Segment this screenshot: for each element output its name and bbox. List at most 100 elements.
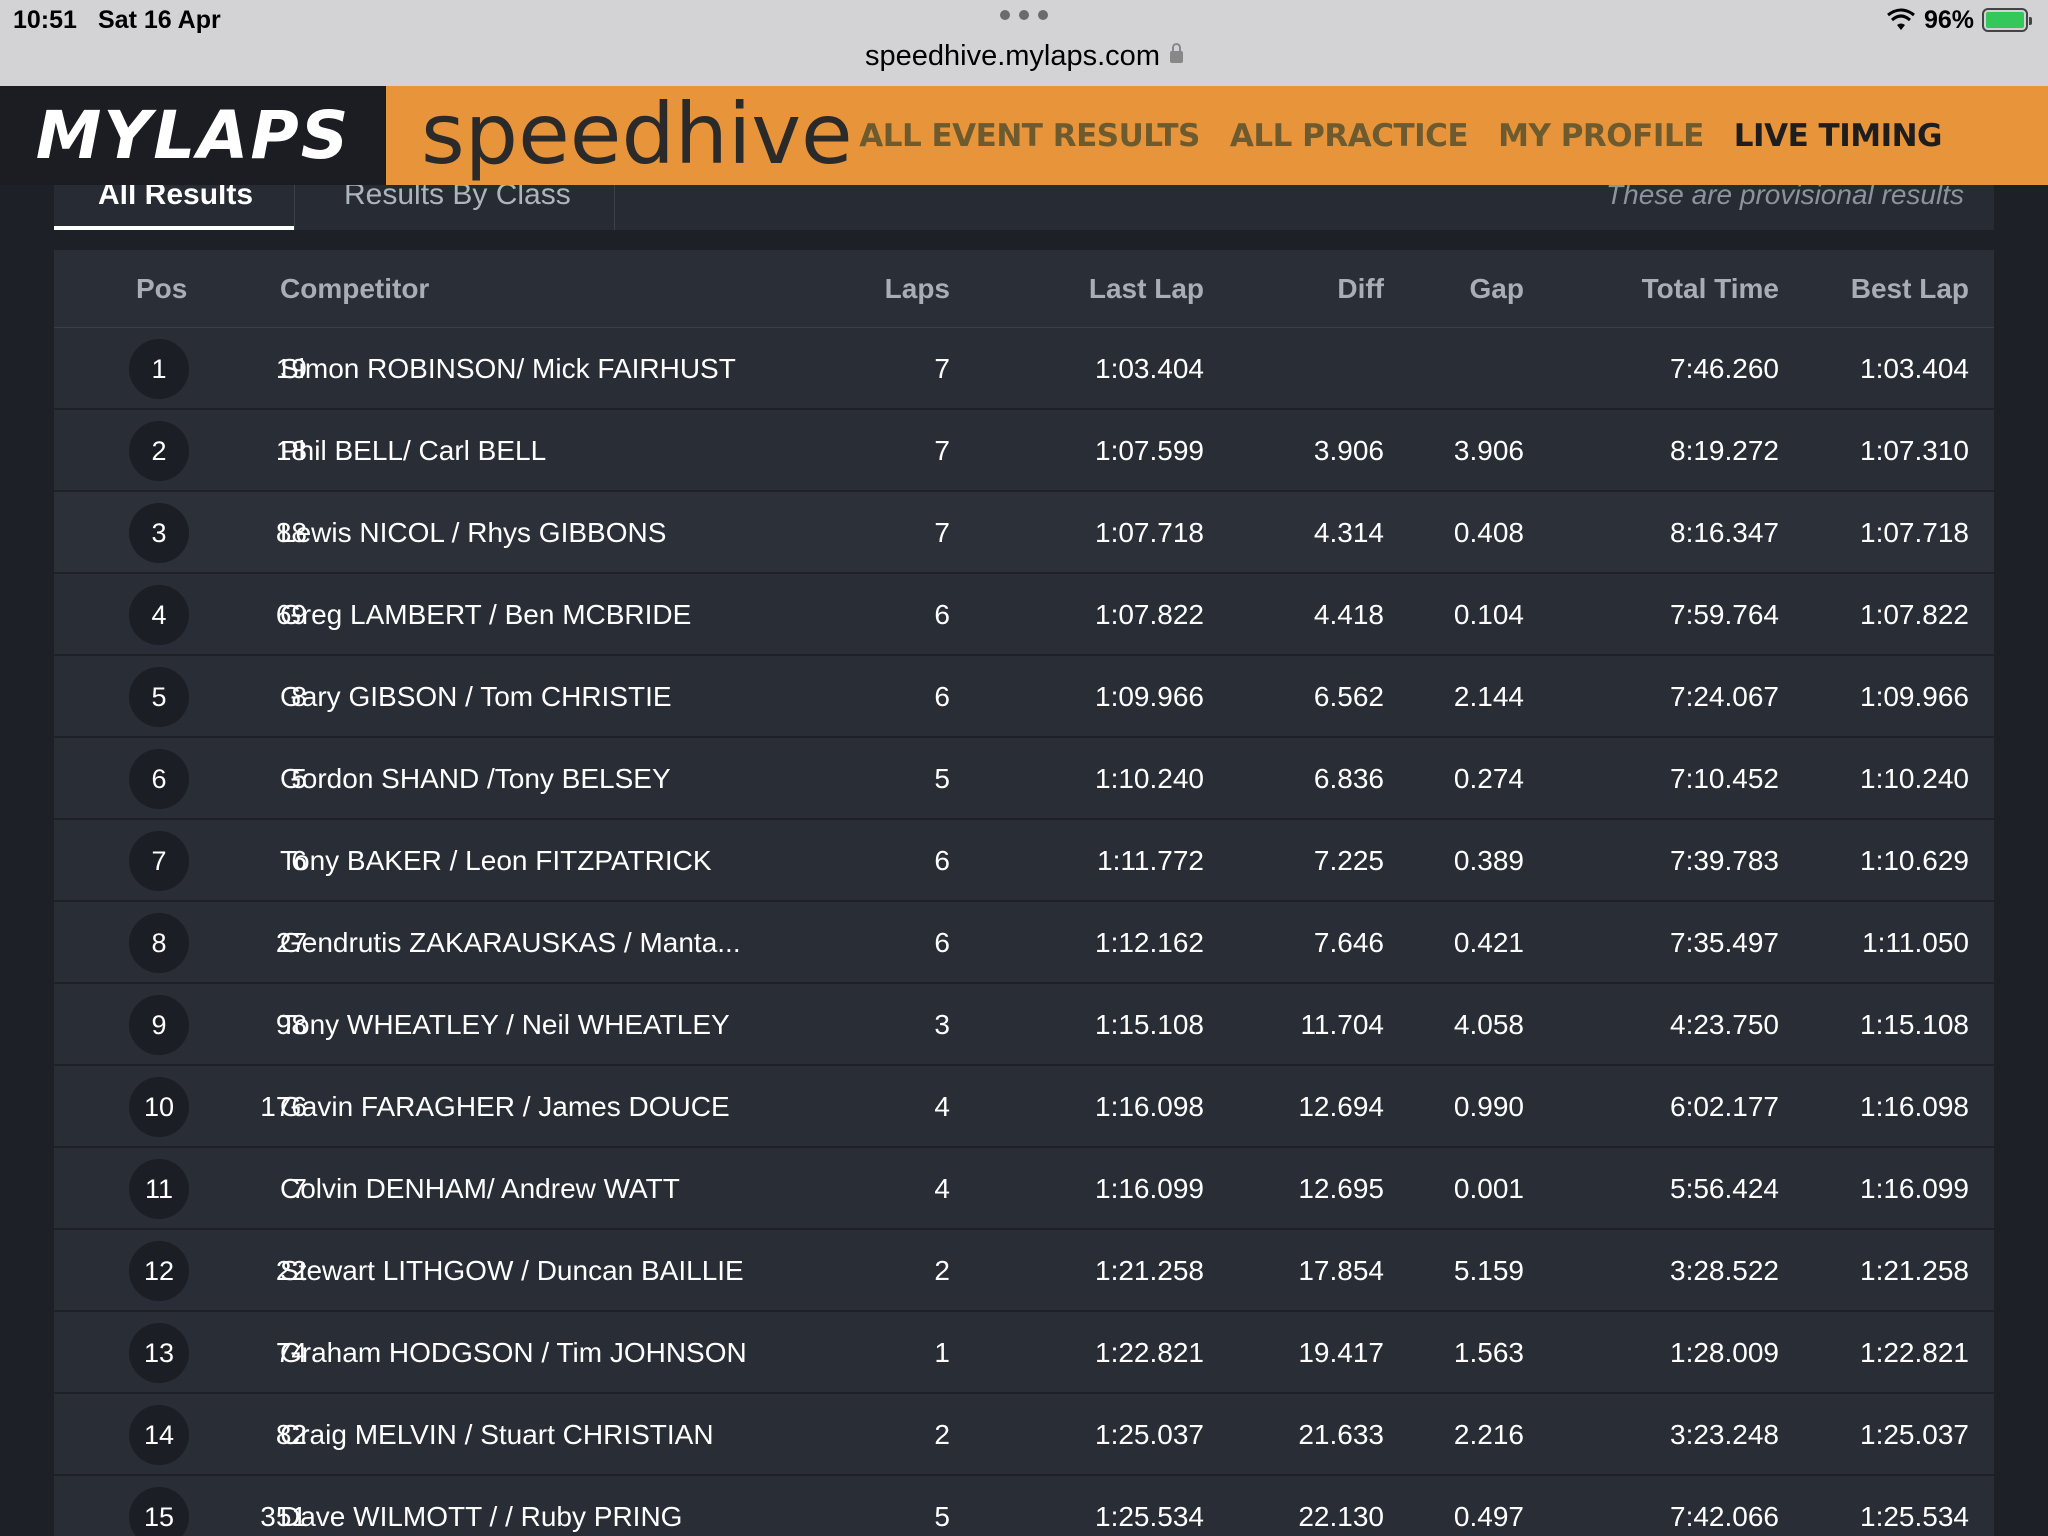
competitor-name: Gendrutis ZAKARAUSKAS / Manta...: [280, 927, 741, 958]
battery-percentage: 96%: [1923, 5, 1974, 34]
laps-value: 7: [934, 353, 950, 384]
active-tab-underline: [54, 226, 294, 230]
competitor-name: Graham HODGSON / Tim JOHNSON: [280, 1337, 747, 1368]
best-lap-value: 1:16.098: [1860, 1091, 1969, 1122]
laps-value: 3: [934, 1009, 950, 1040]
col-laps[interactable]: Laps: [814, 250, 950, 328]
diff-value: 4.314: [1313, 517, 1384, 548]
diff-value: 17.854: [1298, 1255, 1384, 1286]
best-lap-value: 1:25.037: [1860, 1419, 1969, 1450]
diff-value: 21.633: [1298, 1419, 1384, 1450]
table-row[interactable]: 13 74 Graham HODGSON / Tim JOHNSON 1 1:22.82…: [54, 1312, 1994, 1394]
site-header: MYLAPS speedhive ALL EVENT RESULTS ALL P…: [0, 86, 2048, 185]
last-lap-value: 1:22.821: [1095, 1337, 1204, 1368]
best-lap-value: 1:21.258: [1860, 1255, 1969, 1286]
gap-value: 4.058: [1453, 1009, 1524, 1040]
tab-divider: [294, 185, 295, 230]
table-row[interactable]: 4 69 Greg LAMBERT / Ben MCBRIDE 6 1:07.822 4.…: [54, 574, 1994, 656]
last-lap-value: 1:07.599: [1095, 435, 1204, 466]
last-lap-value: 1:16.099: [1095, 1173, 1204, 1204]
table-row[interactable]: 2 18 Phil BELL/ Carl BELL 7 1:07.599 3.906 3.9…: [54, 410, 1994, 492]
total-time-value: 8:19.272: [1670, 435, 1779, 466]
laps-value: 7: [934, 435, 950, 466]
diff-value: 12.695: [1298, 1173, 1384, 1204]
laps-value: 4: [934, 1091, 950, 1122]
nav-my-profile[interactable]: MY PROFILE: [1498, 118, 1704, 154]
last-lap-value: 1:10.240: [1095, 763, 1204, 794]
table-row[interactable]: 9 98 Tony WHEATLEY / Neil WHEATLEY 3 1:15.10…: [54, 984, 1994, 1066]
last-lap-value: 1:15.108: [1095, 1009, 1204, 1040]
table-row[interactable]: 1 19 Simon ROBINSON/ Mick FAIRHUST 7 1:03.40…: [54, 328, 1994, 410]
competitor-name: Tony BAKER / Leon FITZPATRICK: [280, 845, 712, 876]
total-time-value: 7:24.067: [1670, 681, 1779, 712]
diff-value: 6.836: [1313, 763, 1384, 794]
total-time-value: 3:28.522: [1670, 1255, 1779, 1286]
more-dots-icon[interactable]: [1000, 8, 1048, 22]
last-lap-value: 1:03.404: [1095, 353, 1204, 384]
competitor-name: Gordon SHAND /Tony BELSEY: [280, 763, 671, 794]
col-best-lap[interactable]: Best Lap: [1789, 250, 1969, 328]
diff-value: 22.130: [1298, 1501, 1384, 1532]
col-pos[interactable]: Pos: [136, 250, 187, 328]
competitor-name: Gavin FARAGHER / James DOUCE: [280, 1091, 730, 1122]
mylaps-logo[interactable]: MYLAPS: [0, 86, 386, 185]
best-lap-value: 1:10.629: [1860, 845, 1969, 876]
url-text: speedhive.mylaps.com: [865, 40, 1160, 72]
total-time-value: 5:56.424: [1670, 1173, 1779, 1204]
col-last-lap[interactable]: Last Lap: [954, 250, 1204, 328]
last-lap-value: 1:09.966: [1095, 681, 1204, 712]
col-total-time[interactable]: Total Time: [1534, 250, 1779, 328]
competitor-name: Stewart LITHGOW / Duncan BAILLIE: [280, 1255, 744, 1286]
nav-live-timing[interactable]: LIVE TIMING: [1734, 118, 1943, 154]
table-row[interactable]: 3 88 Lewis NICOL / Rhys GIBBONS 7 1:07.718 4.…: [54, 492, 1994, 574]
col-competitor[interactable]: Competitor: [280, 250, 800, 328]
nav-all-event-results[interactable]: ALL EVENT RESULTS: [859, 118, 1200, 154]
table-row[interactable]: 10 176 Gavin FARAGHER / James DOUCE 4 1:16.0…: [54, 1066, 1994, 1148]
laps-value: 6: [934, 599, 950, 630]
nav-all-practice[interactable]: ALL PRACTICE: [1230, 118, 1469, 154]
table-row[interactable]: 14 82 Craig MELVIN / Stuart CHRISTIAN 2 1:25…: [54, 1394, 1994, 1476]
laps-value: 5: [934, 1501, 950, 1532]
url-bar[interactable]: speedhive.mylaps.com: [0, 40, 2048, 73]
laps-value: 7: [934, 517, 950, 548]
speedhive-brand[interactable]: speedhive: [421, 86, 853, 185]
position-badge: 11: [129, 1159, 189, 1219]
position-badge: 4: [129, 585, 189, 645]
competitor-name: Craig MELVIN / Stuart CHRISTIAN: [280, 1419, 714, 1450]
position-badge: 13: [129, 1323, 189, 1383]
last-lap-value: 1:07.718: [1095, 517, 1204, 548]
table-row[interactable]: 6 5 Gordon SHAND /Tony BELSEY 5 1:10.240 6.83…: [54, 738, 1994, 820]
position-badge: 15: [129, 1487, 189, 1536]
position-badge: 14: [129, 1405, 189, 1465]
gap-value: 0.389: [1453, 845, 1524, 876]
best-lap-value: 1:16.099: [1860, 1173, 1969, 1204]
table-body: 1 19 Simon ROBINSON/ Mick FAIRHUST 7 1:03.40…: [54, 328, 1994, 1536]
competitor-name: Gary GIBSON / Tom CHRISTIE: [280, 681, 672, 712]
best-lap-value: 1:09.966: [1860, 681, 1969, 712]
diff-value: [1214, 328, 1384, 410]
table-row[interactable]: 8 27 Gendrutis ZAKARAUSKAS / Manta... 6 1:12…: [54, 902, 1994, 984]
position-badge: 9: [129, 995, 189, 1055]
gap-value: 2.144: [1453, 681, 1524, 712]
table-row[interactable]: 11 7 Colvin DENHAM/ Andrew WATT 4 1:16.099 12…: [54, 1148, 1994, 1230]
tab-all-results[interactable]: All Results: [98, 185, 253, 225]
laps-value: 6: [934, 927, 950, 958]
diff-value: 6.562: [1313, 681, 1384, 712]
last-lap-value: 1:16.098: [1095, 1091, 1204, 1122]
table-row[interactable]: 5 8 Gary GIBSON / Tom CHRISTIE 6 1:09.966 6.5…: [54, 656, 1994, 738]
last-lap-value: 1:11.772: [1097, 845, 1204, 876]
last-lap-value: 1:25.037: [1095, 1419, 1204, 1450]
col-diff[interactable]: Diff: [1214, 250, 1384, 328]
tab-results-by-class[interactable]: Results By Class: [344, 185, 571, 225]
laps-value: 5: [934, 763, 950, 794]
diff-value: 7.225: [1313, 845, 1384, 876]
logo-text: MYLAPS: [35, 97, 351, 174]
total-time-value: 7:35.497: [1670, 927, 1779, 958]
table-row[interactable]: 12 22 Stewart LITHGOW / Duncan BAILLIE 2 1:2…: [54, 1230, 1994, 1312]
position-badge: 3: [129, 503, 189, 563]
col-gap[interactable]: Gap: [1394, 250, 1524, 328]
total-time-value: 7:39.783: [1670, 845, 1779, 876]
table-row[interactable]: 15 351 Dave WILMOTT / / Ruby PRING 5 1:25.53…: [54, 1476, 1994, 1536]
tab-divider: [614, 185, 615, 230]
table-row[interactable]: 7 6 Tony BAKER / Leon FITZPATRICK 6 1:11.772…: [54, 820, 1994, 902]
